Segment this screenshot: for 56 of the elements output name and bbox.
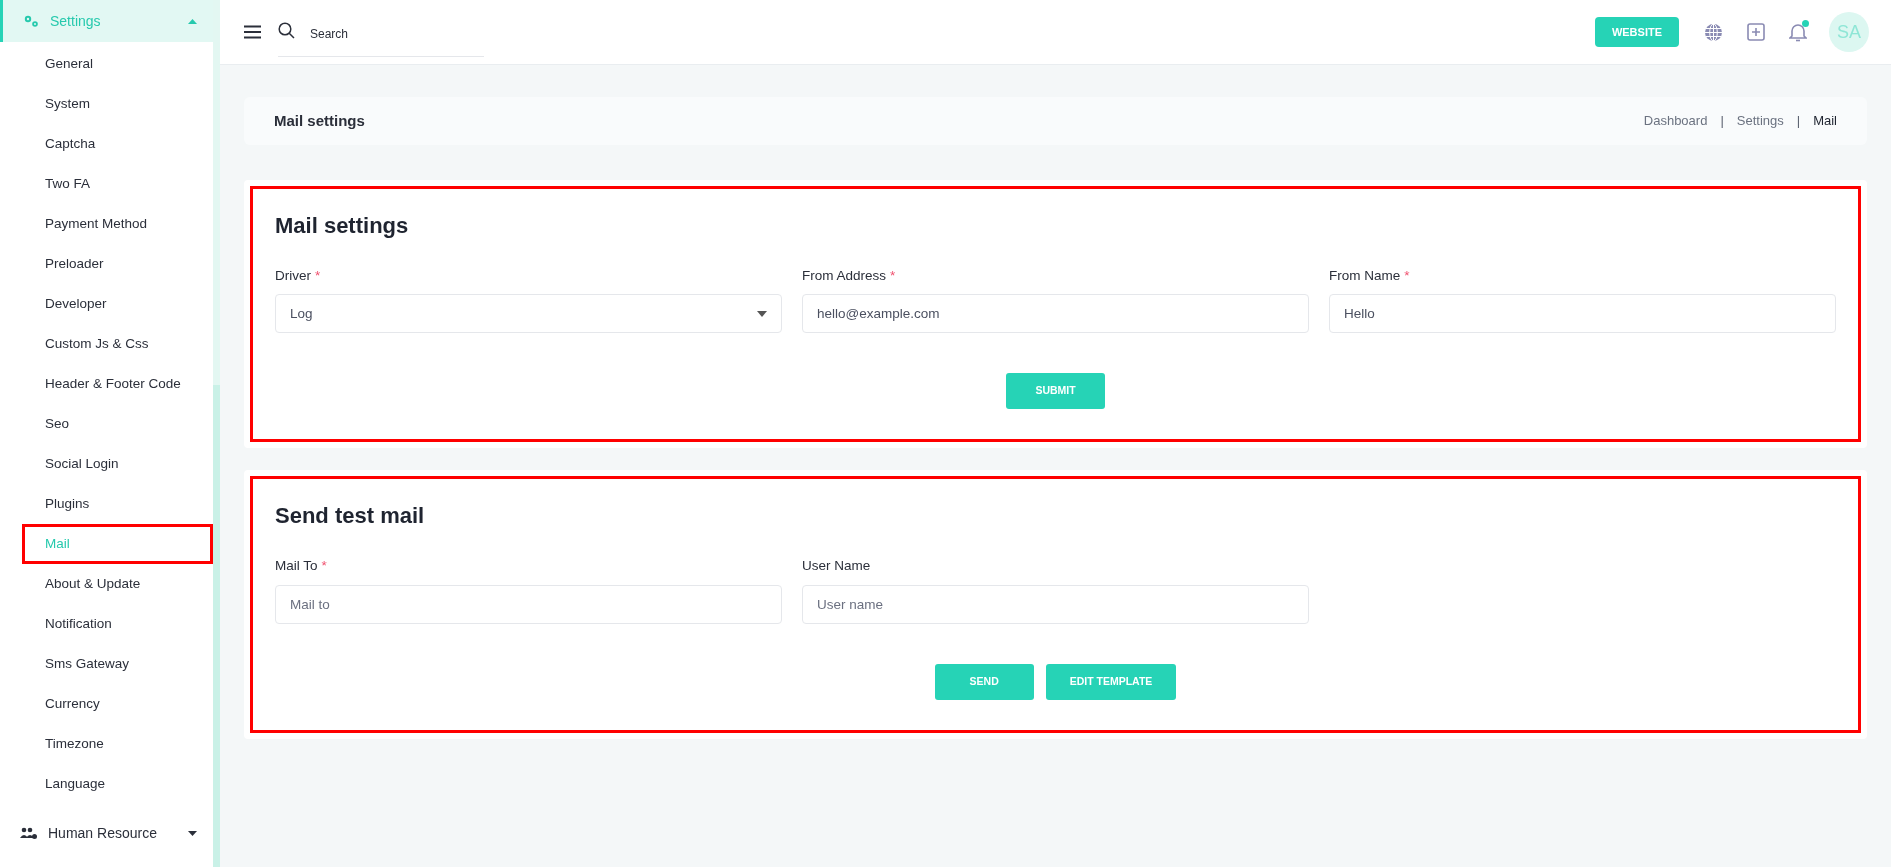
page-title: Mail settings xyxy=(274,110,366,131)
field-label: From Name xyxy=(1329,267,1401,285)
driver-select[interactable]: Log xyxy=(275,294,782,334)
gears-icon xyxy=(23,14,40,28)
sidebar-item[interactable]: Seo xyxy=(22,404,213,444)
sidebar-item[interactable]: System xyxy=(22,84,213,124)
sidebar-item[interactable]: About & Update xyxy=(22,564,213,604)
field-label: From Address xyxy=(802,267,887,285)
required-mark: * xyxy=(1404,267,1410,285)
section-title: Mail settings xyxy=(275,212,410,240)
menu-icon[interactable] xyxy=(244,25,261,39)
search-icon xyxy=(278,21,295,39)
sidebar-item[interactable]: Preloader xyxy=(22,244,213,284)
sidebar-item[interactable]: Social Login xyxy=(22,444,213,484)
caret-up-icon xyxy=(188,18,197,24)
sidebar-group-label: Human Resource xyxy=(48,823,158,843)
scrollbar-track[interactable] xyxy=(213,0,220,867)
section-title: Send test mail xyxy=(275,502,426,531)
caret-down-icon xyxy=(188,830,197,836)
scrollbar-thumb[interactable] xyxy=(213,385,220,867)
sidebar-item[interactable]: Plugins xyxy=(22,484,213,524)
sidebar-item[interactable]: Timezone xyxy=(22,724,213,764)
input-field[interactable]: Mail to xyxy=(275,584,782,624)
field-label: Driver xyxy=(275,267,311,285)
required-mark: * xyxy=(890,267,896,285)
sidebar-item[interactable]: Sms Gateway xyxy=(22,644,213,684)
sidebar-item[interactable]: Currency xyxy=(22,684,213,724)
breadcrumb-separator: | xyxy=(1720,112,1724,131)
field-label: User Name xyxy=(802,557,871,576)
field-label: Mail To xyxy=(275,557,318,576)
people-icon xyxy=(20,826,38,840)
globe-icon[interactable] xyxy=(1704,22,1723,42)
sidebar-item[interactable]: General xyxy=(22,44,213,84)
breadcrumb-link[interactable]: Settings xyxy=(1736,111,1784,131)
sidebar-item[interactable]: Custom Js & Css xyxy=(22,324,213,364)
breadcrumb-link[interactable]: Dashboard xyxy=(1643,111,1708,131)
required-mark: * xyxy=(321,557,327,576)
required-mark: * xyxy=(315,267,321,285)
input-field[interactable]: hello@example.com xyxy=(802,294,1309,334)
sidebar-item[interactable]: Language xyxy=(22,764,213,804)
sidebar-item[interactable]: Payment Method xyxy=(22,204,213,244)
breadcrumb-separator: | xyxy=(1796,112,1801,131)
breadcrumb-link[interactable]: Mail xyxy=(1813,111,1837,131)
search-field[interactable]: Search xyxy=(278,21,484,58)
sidebar-group[interactable]: Human Resource xyxy=(0,812,213,854)
input-field[interactable]: User name xyxy=(802,584,1309,624)
add-square-icon[interactable] xyxy=(1747,23,1765,41)
sidebar-item[interactable]: Two FA xyxy=(22,164,213,204)
sidebar-group-label: Settings xyxy=(50,11,102,31)
sidebar-item[interactable]: Developer xyxy=(22,284,213,324)
sidebar-item[interactable]: Captcha xyxy=(22,124,213,164)
sidebar-item[interactable]: Header & Footer Code xyxy=(22,364,213,404)
bell-icon[interactable] xyxy=(1789,22,1807,42)
caret-down-icon xyxy=(757,310,767,317)
sidebar-item[interactable]: Notification xyxy=(22,604,213,644)
input-field[interactable]: Hello xyxy=(1329,294,1836,334)
